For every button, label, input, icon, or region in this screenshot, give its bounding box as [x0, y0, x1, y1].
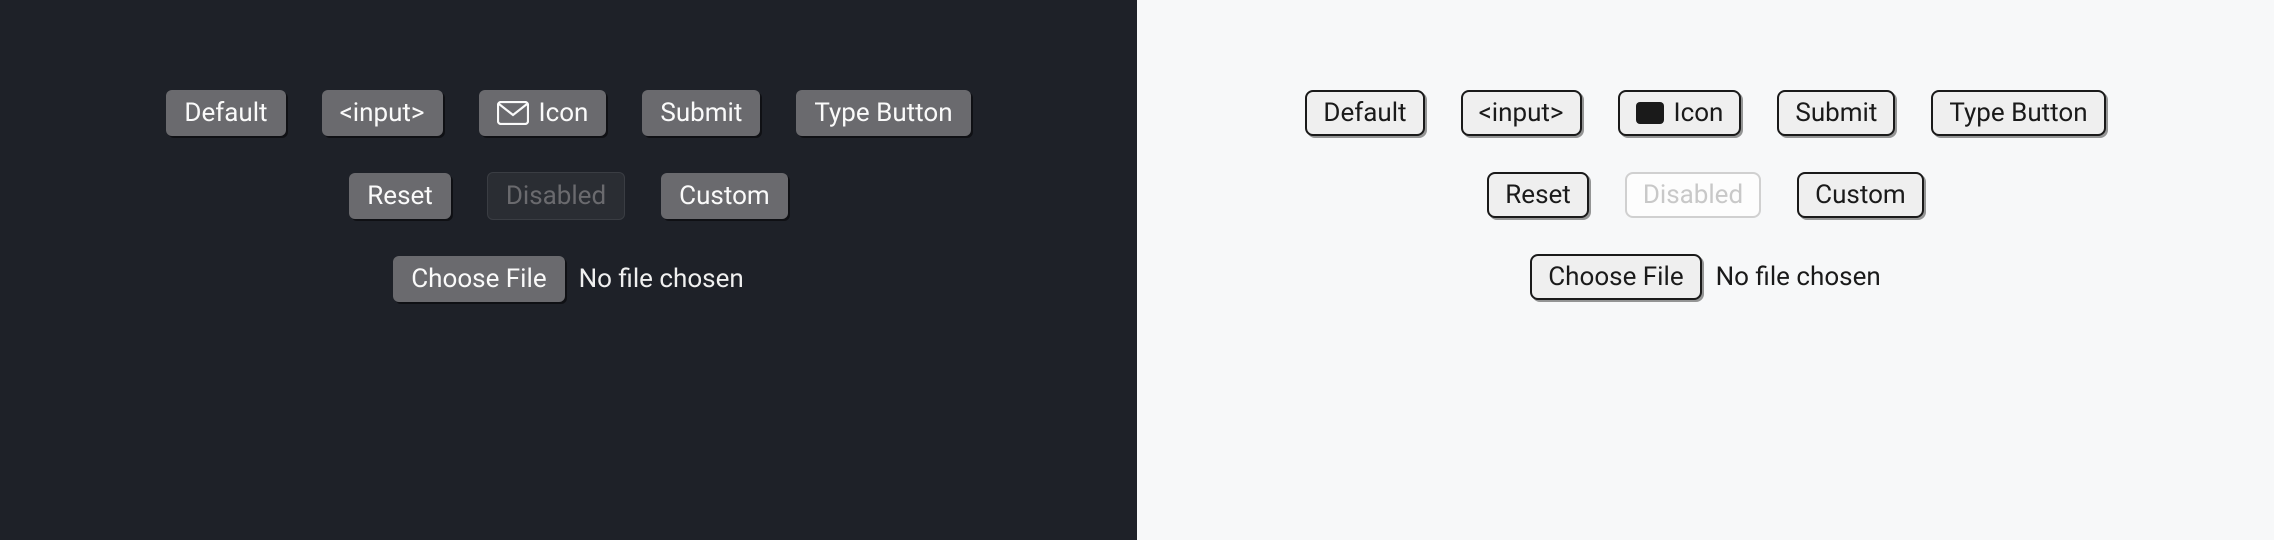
reset-button[interactable]: Reset	[1487, 172, 1589, 218]
choose-file-button-label: Choose File	[1548, 262, 1683, 292]
submit-button[interactable]: Submit	[1777, 90, 1895, 136]
icon-button[interactable]: Icon	[479, 90, 607, 136]
icon-button-label: Icon	[1674, 98, 1724, 128]
icon-button-label: Icon	[539, 98, 589, 128]
custom-button[interactable]: Custom	[661, 173, 788, 219]
default-button[interactable]: Default	[166, 90, 285, 136]
custom-button-label: Custom	[1815, 180, 1906, 210]
disabled-button: Disabled	[487, 172, 625, 220]
default-button-label: Default	[184, 98, 267, 128]
light-row-1: Default <input> Icon Submit Type Button	[1305, 90, 2105, 136]
custom-button[interactable]: Custom	[1797, 172, 1924, 218]
light-row-2: Reset Disabled Custom	[1487, 172, 1923, 218]
dark-row-3: Choose File No file chosen	[393, 256, 743, 302]
reset-button-label: Reset	[367, 181, 433, 211]
choose-file-button[interactable]: Choose File	[1530, 254, 1701, 300]
choose-file-button-label: Choose File	[411, 264, 546, 294]
custom-button-label: Custom	[679, 181, 770, 211]
mail-icon	[497, 101, 529, 125]
input-button-label: <input>	[340, 98, 425, 128]
input-button[interactable]: <input>	[1461, 90, 1582, 136]
input-button[interactable]: <input>	[322, 90, 443, 136]
type-button[interactable]: Type Button	[796, 90, 970, 136]
light-theme-panel: Default <input> Icon Submit Type Button …	[1137, 0, 2274, 540]
choose-file-button[interactable]: Choose File	[393, 256, 564, 302]
dark-theme-panel: Default <input> Icon Submit Type Button …	[0, 0, 1137, 540]
type-button-label: Type Button	[814, 98, 952, 128]
dark-row-1: Default <input> Icon Submit Type Button	[166, 90, 970, 136]
submit-button-label: Submit	[660, 98, 742, 128]
disabled-button-label: Disabled	[1643, 180, 1743, 210]
type-button[interactable]: Type Button	[1931, 90, 2105, 136]
input-button-label: <input>	[1479, 98, 1564, 128]
reset-button[interactable]: Reset	[349, 173, 451, 219]
dark-row-2: Reset Disabled Custom	[349, 172, 787, 220]
icon-button[interactable]: Icon	[1618, 90, 1742, 136]
disabled-button: Disabled	[1625, 172, 1761, 218]
submit-button-label: Submit	[1795, 98, 1877, 128]
light-row-3: Choose File No file chosen	[1530, 254, 1880, 300]
no-file-chosen-label: No file chosen	[1716, 262, 1881, 292]
disabled-button-label: Disabled	[506, 181, 606, 211]
type-button-label: Type Button	[1949, 98, 2087, 128]
default-button-label: Default	[1323, 98, 1406, 128]
default-button[interactable]: Default	[1305, 90, 1424, 136]
square-icon	[1636, 102, 1664, 124]
reset-button-label: Reset	[1505, 180, 1571, 210]
submit-button[interactable]: Submit	[642, 90, 760, 136]
no-file-chosen-label: No file chosen	[579, 264, 744, 294]
